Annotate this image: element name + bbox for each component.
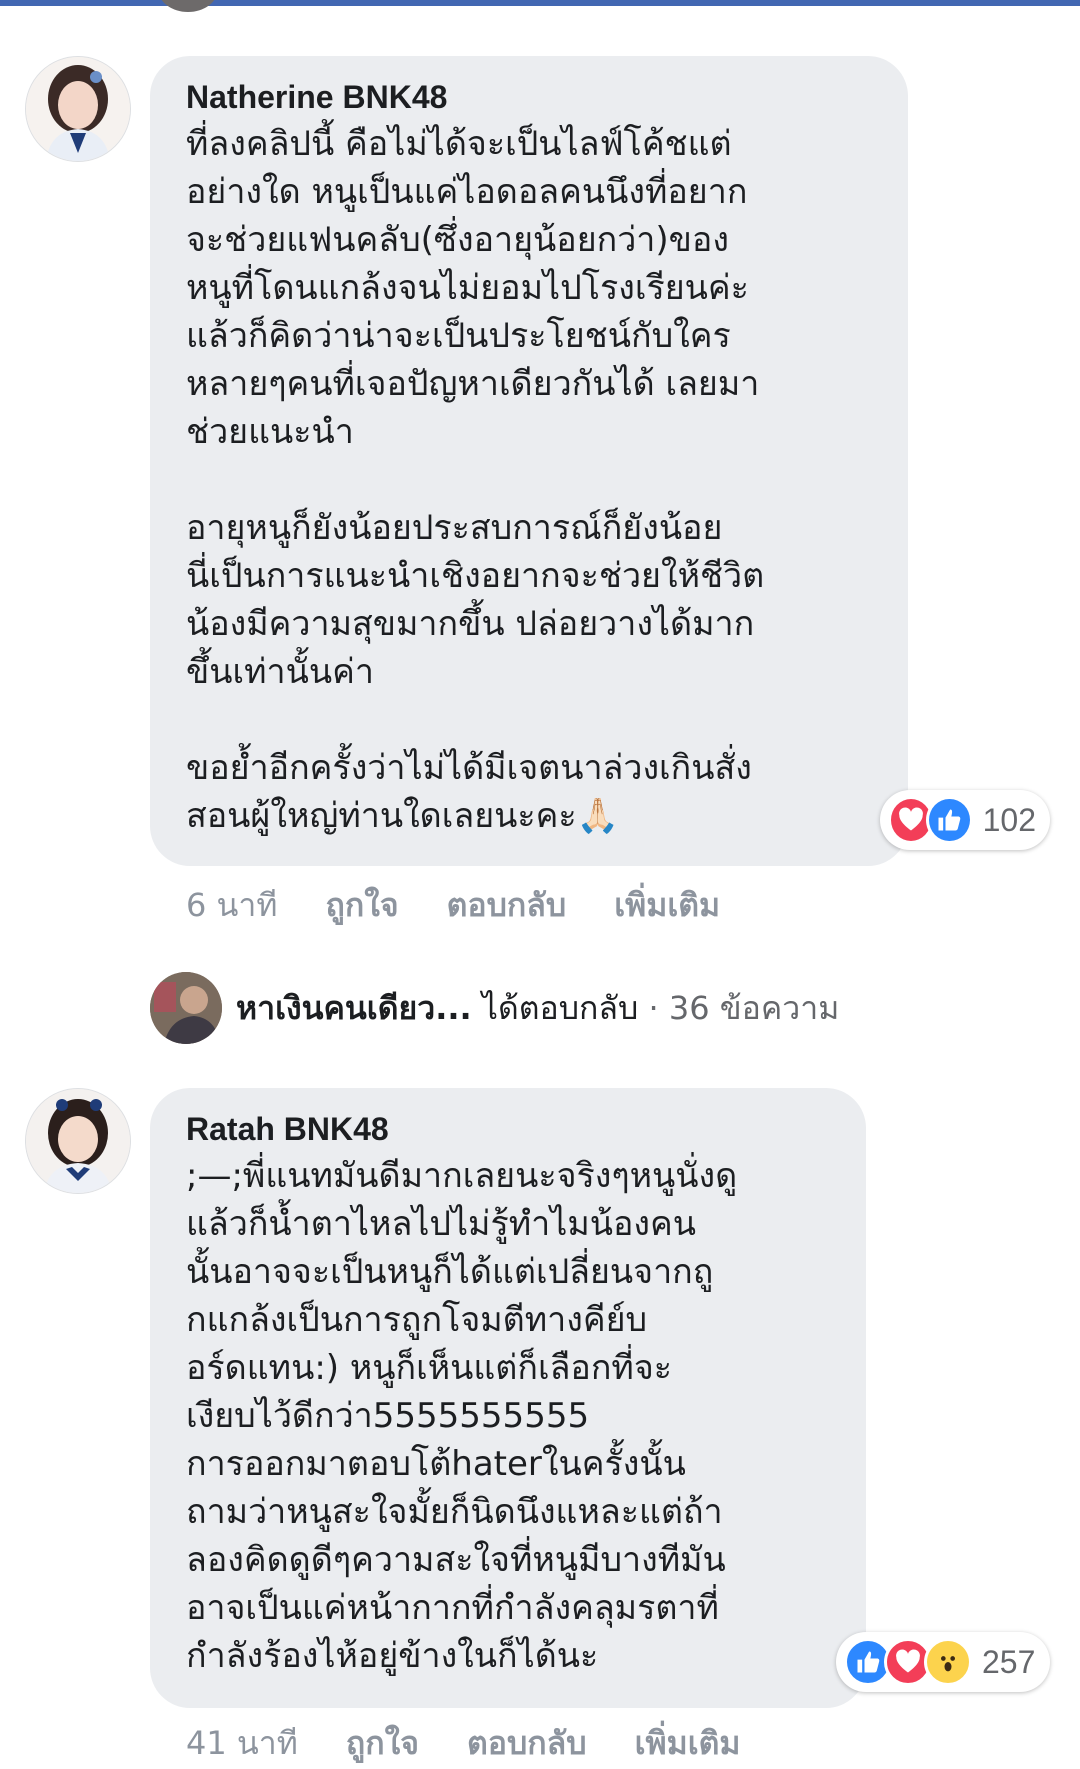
more-button[interactable]: เพิ่มเติม <box>635 1718 741 1769</box>
avatar[interactable] <box>25 1088 131 1194</box>
avatar-photo-icon <box>150 972 222 1044</box>
more-button[interactable]: เพิ่มเติม <box>614 880 720 931</box>
reaction-count: 102 <box>982 801 1036 838</box>
comment-timestamp[interactable]: 6 นาที <box>186 880 277 931</box>
reply-author-name[interactable]: หาเงินคนเดียว... <box>236 989 472 1027</box>
comment-author[interactable]: Ratah BNK48 <box>186 1110 830 1148</box>
reply-action: ได้ตอบกลับ <box>471 988 639 1027</box>
previous-avatar-peek <box>158 0 218 12</box>
avatar[interactable] <box>25 56 131 162</box>
reaction-count: 257 <box>982 1643 1036 1680</box>
like-button[interactable]: ถูกใจ <box>325 880 398 931</box>
comment-bubble[interactable]: Ratah BNK48 ;—;พี่แนทมันดีมากเลยนะจริงๆห… <box>150 1088 866 1708</box>
comment-actions: 41 นาที ถูกใจ ตอบกลับ เพิ่มเติม <box>186 1718 741 1769</box>
comment-author[interactable]: Natherine BNK48 <box>186 78 872 116</box>
reply-count: · 36 ข้อความ <box>638 988 840 1027</box>
replies-link[interactable]: หาเงินคนเดียว... ได้ตอบกลับ · 36 ข้อความ <box>150 972 839 1044</box>
avatar-photo-icon <box>26 57 130 161</box>
reply-summary-text: หาเงินคนเดียว... ได้ตอบกลับ · 36 ข้อความ <box>236 983 839 1034</box>
comment-text: ;—;พี่แนทมันดีมากเลยนะจริงๆหนูนั่งดู แล้… <box>186 1156 738 1676</box>
reaction-summary[interactable]: 257 <box>836 1632 1050 1692</box>
reply-button[interactable]: ตอบกลับ <box>447 880 567 931</box>
wow-reaction-icon <box>924 1638 972 1686</box>
avatar <box>150 972 222 1044</box>
reply-button[interactable]: ตอบกลับ <box>467 1718 587 1769</box>
avatar-photo-icon <box>26 1089 130 1193</box>
reaction-summary[interactable]: 102 <box>880 790 1050 850</box>
comment-text: ที่ลงคลิปนี้ คือไม่ได้จะเป็นไลฟ์โค้ชแต่ … <box>186 124 765 836</box>
like-button[interactable]: ถูกใจ <box>346 1718 419 1769</box>
comment-timestamp[interactable]: 41 นาที <box>186 1718 298 1769</box>
like-reaction-icon <box>926 796 973 844</box>
comment-bubble[interactable]: Natherine BNK48 ที่ลงคลิปนี้ คือไม่ได้จะ… <box>150 56 908 866</box>
comment-actions: 6 นาที ถูกใจ ตอบกลับ เพิ่มเติม <box>186 880 720 931</box>
